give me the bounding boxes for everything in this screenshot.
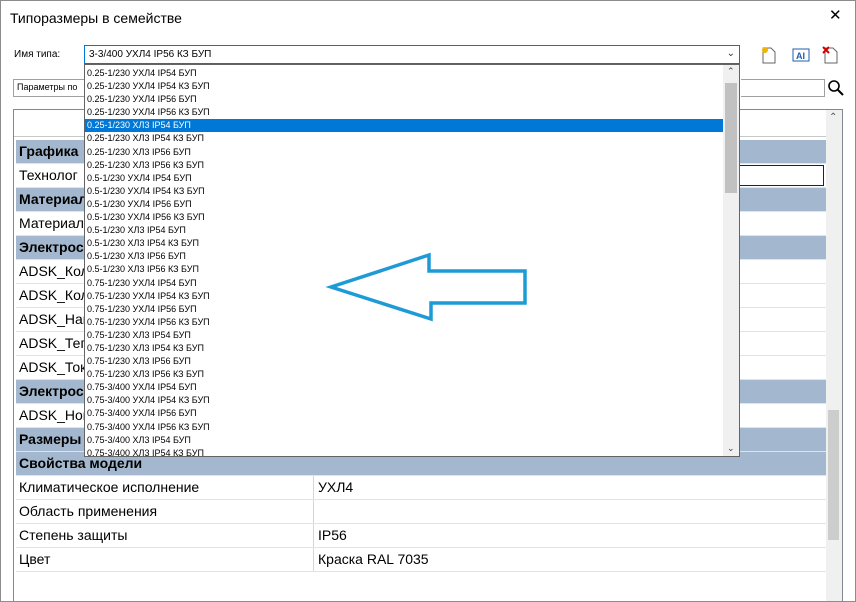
annotation-arrow-icon	[325, 252, 527, 322]
type-sizes-dialog: Типоразмеры в семействе ✕ Имя типа: 3-3/…	[0, 0, 856, 602]
